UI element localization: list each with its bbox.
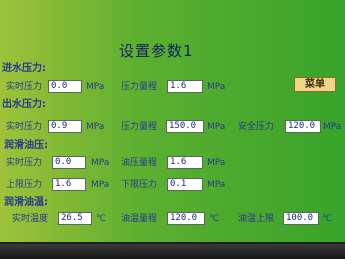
- inlet-range-label: 压力量程: [121, 82, 158, 92]
- outlet-actual-label: 实时压力: [6, 122, 43, 132]
- temp-range-unit: ℃: [209, 214, 220, 224]
- lube-upper-field[interactable]: 1.6: [52, 178, 86, 191]
- outlet-safe-label: 安全压力: [238, 122, 275, 132]
- lube-lower-field[interactable]: 0.1: [167, 178, 203, 191]
- section-outlet-pressure: 出水压力:: [2, 99, 46, 110]
- page-title: 设置参数1: [119, 42, 194, 60]
- temp-upper-label: 油温上限: [238, 214, 275, 224]
- temp-range-field[interactable]: 120.0: [167, 212, 205, 225]
- lube-range-label: 油压量程: [121, 158, 158, 168]
- inlet-range-field[interactable]: 1.6: [167, 80, 203, 93]
- temp-upper-unit: ℃: [322, 214, 333, 224]
- section-inlet-pressure: 进水压力:: [2, 63, 46, 74]
- lube-actual-field[interactable]: 0.0: [52, 156, 86, 169]
- outlet-range-field[interactable]: 150.0: [166, 120, 204, 133]
- temp-actual-field[interactable]: 26.5: [58, 212, 92, 225]
- section-lube-temp: 润滑油温:: [4, 197, 48, 208]
- outlet-safe-field[interactable]: 120.0: [285, 120, 321, 133]
- lube-lower-label: 下限压力: [121, 180, 158, 190]
- lube-actual-label: 实时压力: [6, 158, 43, 168]
- outlet-actual-field[interactable]: 0.9: [48, 120, 82, 133]
- lube-range-unit: MPa: [207, 158, 226, 168]
- outlet-range-label: 压力量程: [121, 122, 158, 132]
- hmi-screen: 设置参数1 进水压力: 实时压力 0.0 MPa 压力量程 1.6 MPa 菜单…: [0, 0, 345, 244]
- lube-upper-label: 上限压力: [6, 180, 43, 190]
- lube-actual-unit: MPa: [91, 158, 110, 168]
- lube-lower-unit: MPa: [207, 180, 226, 190]
- inlet-range-unit: MPa: [207, 82, 226, 92]
- temp-actual-unit: ℃: [96, 214, 107, 224]
- monitor-bezel: [0, 244, 345, 259]
- outlet-safe-unit: MPa: [323, 122, 342, 132]
- inlet-actual-unit: MPa: [86, 82, 105, 92]
- inlet-actual-label: 实时压力: [6, 82, 43, 92]
- lube-range-field[interactable]: 1.6: [167, 156, 203, 169]
- outlet-actual-unit: MPa: [86, 122, 105, 132]
- temp-upper-field[interactable]: 100.0: [283, 212, 319, 225]
- inlet-actual-field[interactable]: 0.0: [48, 80, 82, 93]
- temp-range-label: 油温量程: [121, 214, 158, 224]
- temp-actual-label: 实时温度: [12, 214, 49, 224]
- menu-button[interactable]: 菜单: [294, 77, 336, 92]
- section-lube-pressure: 润滑油压:: [4, 140, 48, 151]
- lube-upper-unit: MPa: [91, 180, 110, 190]
- outlet-range-unit: MPa: [207, 122, 226, 132]
